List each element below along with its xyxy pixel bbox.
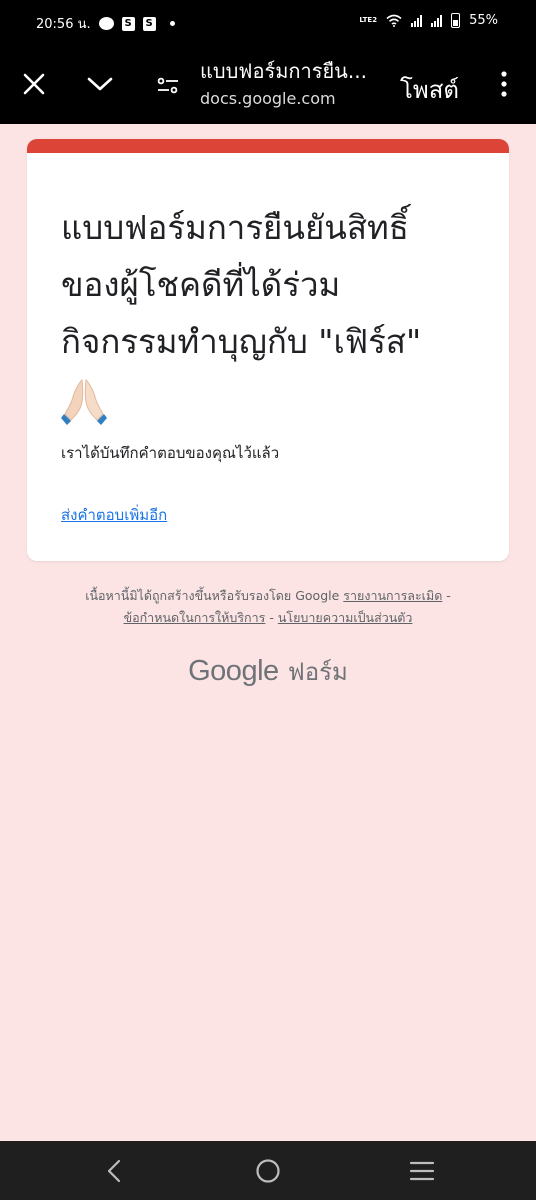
recent-apps-icon: [409, 1161, 435, 1181]
disclaimer-text: เนื้อหานี้มิได้ถูกสร้างขึ้นหรือรับรองโดย…: [85, 588, 340, 603]
url-domain: docs.google.com: [200, 89, 336, 108]
shop-notification-icon: S: [121, 16, 135, 31]
more-options-button[interactable]: [486, 64, 522, 104]
back-button[interactable]: [92, 1151, 136, 1191]
status-bar: 20:56 น. S S LTE2 55%: [0, 0, 536, 44]
shop-notification-icon: S: [142, 16, 156, 31]
footer-disclaimer: เนื้อหานี้มิได้ถูกสร้างขึ้นหรือรับรองโดย…: [40, 585, 496, 629]
signal-icon: [431, 14, 443, 27]
disclaimer-line-1: เนื้อหานี้มิได้ถูกสร้างขึ้นหรือรับรองโดย…: [40, 585, 496, 607]
disclaimer-line-2: ข้อกำหนดในการให้บริการ - นโยบายความเป็นส…: [40, 607, 496, 629]
battery-icon: [451, 13, 461, 28]
chat-notification-icon: [98, 17, 114, 30]
status-left: 20:56 น. S S: [36, 13, 175, 34]
confirmation-card: แบบฟอร์มการยืนยันสิทธิ์ ของผู้โชคดีที่ได…: [27, 139, 509, 561]
home-button[interactable]: [246, 1151, 290, 1191]
google-forms-logo[interactable]: Google ฟอร์ม: [0, 652, 536, 691]
page-info-button[interactable]: [148, 66, 188, 106]
signal-icon: [411, 14, 423, 27]
brand-google: Google: [188, 655, 279, 687]
confirmation-message: เราได้บันทึกคำตอบของคุณไว้แล้ว: [61, 444, 280, 462]
tune-icon: [157, 77, 178, 94]
browser-toolbar: แบบฟอร์มการยืน... docs.google.com โพสต์: [0, 44, 536, 124]
volte-icon: LTE2: [359, 16, 378, 24]
report-abuse-link[interactable]: รายงานการละเมิด: [343, 588, 442, 603]
submit-another-response-link[interactable]: ส่งคำตอบเพิ่มอีก: [61, 503, 167, 527]
form-title: แบบฟอร์มการยืนยันสิทธิ์ ของผู้โชคดีที่ได…: [61, 199, 491, 427]
status-right: LTE2 55%: [359, 13, 498, 28]
post-button[interactable]: โพสต์: [400, 70, 459, 109]
home-icon: [256, 1159, 280, 1183]
brand-forms: ฟอร์ม: [287, 658, 348, 686]
separator: -: [446, 588, 451, 603]
wifi-icon: [386, 14, 402, 27]
minimize-button[interactable]: [80, 64, 120, 104]
chevron-down-icon: [87, 77, 113, 91]
form-title-line: ของผู้โชคดีที่ได้ร่วม: [61, 265, 341, 304]
back-icon: [107, 1159, 121, 1183]
url-bar[interactable]: แบบฟอร์มการยืน... docs.google.com: [200, 58, 390, 110]
more-notifications-icon: [169, 21, 175, 26]
system-navigation-bar: [0, 1141, 536, 1200]
card-accent-bar: [27, 139, 509, 153]
battery-percent: 55%: [469, 13, 498, 28]
recent-apps-button[interactable]: [400, 1151, 444, 1191]
form-title-line: กิจกรรมทำบุญกับ "เฟิร์ส": [61, 322, 422, 361]
separator: -: [269, 610, 274, 625]
form-title-line: [61, 370, 491, 427]
close-button[interactable]: [14, 64, 54, 104]
form-title-line: แบบฟอร์มการยืนยันสิทธิ์: [61, 208, 409, 247]
folded-hands-emoji-icon: [61, 378, 107, 425]
close-icon: [23, 73, 45, 95]
privacy-policy-link[interactable]: นโยบายความเป็นส่วนตัว: [278, 610, 413, 625]
more-vert-icon: [501, 71, 507, 97]
terms-of-service-link[interactable]: ข้อกำหนดในการให้บริการ: [124, 610, 266, 625]
page-title: แบบฟอร์มการยืน...: [200, 59, 367, 83]
status-time: 20:56 น.: [36, 17, 91, 32]
